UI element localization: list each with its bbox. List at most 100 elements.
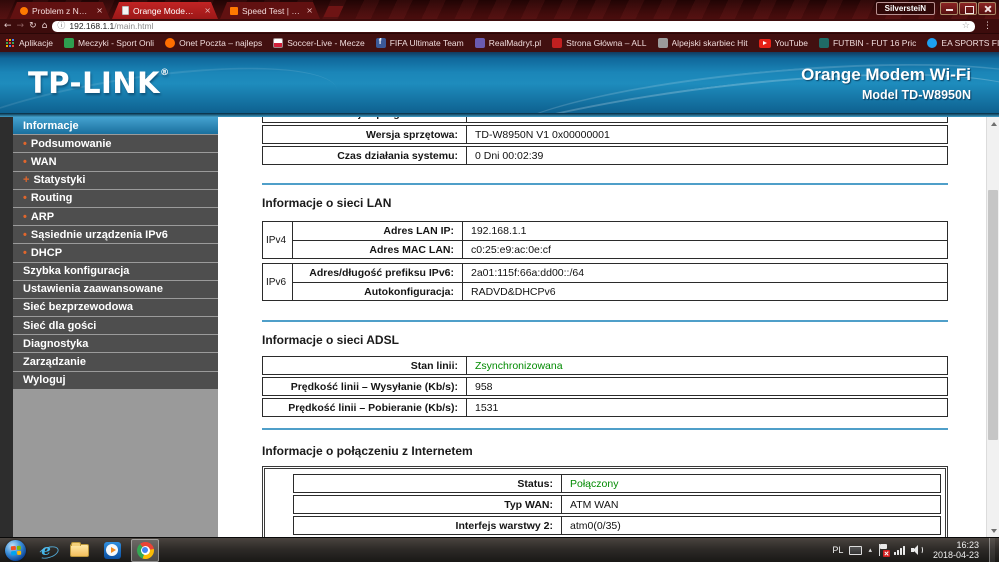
section-divider bbox=[262, 320, 948, 322]
sidebar-item-diagnostyka[interactable]: Diagnostyka bbox=[13, 335, 218, 353]
window-close-button[interactable] bbox=[978, 2, 996, 15]
browser-profile-button[interactable]: SilversteiN bbox=[876, 2, 935, 15]
sidebar-item-zarzadzanie[interactable]: Zarządzanie bbox=[13, 353, 218, 371]
at-icon bbox=[552, 38, 562, 48]
tplink-logo: TP-LINK® bbox=[28, 66, 170, 100]
sidebar-item-routing[interactable]: •Routing bbox=[13, 190, 218, 208]
back-icon[interactable]: ← bbox=[4, 20, 12, 32]
lan-section-heading: Informacje o sieci LAN bbox=[262, 196, 391, 210]
network-signal-icon[interactable] bbox=[894, 545, 905, 555]
row-value: 1.0.2 Build 150916 Rel.36150 bbox=[467, 117, 947, 122]
close-icon[interactable]: × bbox=[203, 6, 212, 15]
forward-icon[interactable]: → bbox=[17, 20, 25, 32]
scroll-down-button[interactable] bbox=[987, 524, 999, 537]
sidebar-item-podsumowanie[interactable]: •Podsumowanie bbox=[13, 135, 218, 153]
bookmark-item[interactable]: FUTBIN - FUT 16 Pric bbox=[819, 38, 916, 48]
volume-icon[interactable] bbox=[911, 545, 923, 555]
bookmark-item[interactable]: Strona Główna – ALL bbox=[552, 38, 646, 48]
window-controls bbox=[940, 2, 996, 15]
sidebar-item-label: Sieć bezprzewodowa bbox=[23, 301, 133, 313]
bookmark-item[interactable]: FIFA Ultimate Team bbox=[376, 38, 464, 48]
tab-problem-z-neostrada[interactable]: Problem z Neostradą 10 × bbox=[10, 2, 110, 19]
lan-ipv6-table: IPv6 Adres/długość prefiksu IPv6: 2a01:1… bbox=[262, 263, 948, 301]
tab-orange-modem-wifi[interactable]: Orange Modem Wi-Fi × bbox=[112, 2, 218, 19]
sidebar-item-arp[interactable]: •ARP bbox=[13, 208, 218, 226]
minimize-button[interactable] bbox=[940, 2, 958, 15]
home-icon[interactable]: ⌂ bbox=[42, 20, 48, 32]
tab-speed-test[interactable]: Speed Test | Przetestuj p × bbox=[220, 2, 320, 19]
restore-button[interactable] bbox=[959, 2, 977, 15]
row-value: 958 bbox=[467, 378, 947, 395]
bookmark-item[interactable]: YouTube bbox=[759, 38, 808, 48]
sidebar-item-siec-dla-gosci[interactable]: Sieć dla gości bbox=[13, 317, 218, 335]
row-value: atm0(0/35) bbox=[562, 517, 940, 534]
hidden-icons-chevron-icon[interactable]: ▴ bbox=[868, 546, 872, 554]
bookmark-item[interactable]: Soccer-Live - Mecze bbox=[273, 38, 364, 48]
reload-icon[interactable]: ↻ bbox=[29, 20, 37, 32]
logo-text: TP-LINK bbox=[28, 66, 160, 100]
internet-rows: Status: Połączony Typ WAN: ATM WAN Inter… bbox=[293, 474, 941, 537]
scrollbar-thumb[interactable] bbox=[988, 190, 998, 440]
bookmark-item[interactable]: Alpejski skarbiec Hit bbox=[658, 38, 748, 48]
sidebar-item-statystyki[interactable]: +Statystyki bbox=[13, 172, 218, 190]
bookmark-label: Aplikacje bbox=[19, 38, 53, 48]
url-path: /main.html bbox=[114, 21, 153, 31]
browser-menu-icon[interactable]: ⋮ bbox=[980, 20, 995, 32]
sidebar-item-siec-bezprzewodowa[interactable]: Sieć bezprzewodowa bbox=[13, 299, 218, 317]
section-divider bbox=[262, 428, 948, 430]
sidebar-item-szybka-konfiguracja[interactable]: Szybka konfiguracja bbox=[13, 263, 218, 281]
sidebar-item-ustawienia-zaawansowane[interactable]: Ustawienia zaawansowane bbox=[13, 281, 218, 299]
bookmark-label: Alpejski skarbiec Hit bbox=[672, 38, 748, 48]
tabs: Problem z Neostradą 10 × Orange Modem Wi… bbox=[10, 2, 341, 19]
table-row: Adres LAN IP: 192.168.1.1 bbox=[293, 222, 947, 240]
language-indicator[interactable]: PL bbox=[832, 545, 843, 555]
bookmark-item[interactable]: Onet Poczta – najleps bbox=[165, 38, 262, 48]
chrome-icon bbox=[137, 542, 154, 559]
row-label: Stan linii: bbox=[263, 357, 467, 374]
action-center-flag-icon[interactable] bbox=[878, 544, 888, 556]
sidebar-item-label: Ustawienia zaawansowane bbox=[23, 283, 163, 295]
show-desktop-button[interactable] bbox=[989, 538, 995, 562]
taskbar-clock[interactable]: 16:23 2018-04-23 bbox=[929, 540, 983, 560]
bookmark-apps[interactable]: Aplikacje bbox=[6, 38, 53, 48]
row-label: Czas działania systemu: bbox=[263, 147, 467, 164]
taskbar-ie-button[interactable]: e bbox=[33, 540, 59, 561]
row-label: Wersja sprzętowa: bbox=[263, 126, 467, 143]
section-divider bbox=[262, 183, 948, 185]
browser-toolbar: ← → ↻ ⌂ ⓘ 192.168.1.1/main.html ☆ ⋮ bbox=[0, 19, 999, 33]
row-value: RADVD&DHCPv6 bbox=[463, 283, 947, 300]
taskbar-media-player-button[interactable] bbox=[99, 540, 125, 561]
close-icon[interactable]: × bbox=[305, 6, 314, 15]
plus-expand-icon: + bbox=[23, 174, 29, 186]
sidebar-item-dhcp[interactable]: •DHCP bbox=[13, 244, 218, 262]
bookmark-label: Soccer-Live - Mecze bbox=[287, 38, 364, 48]
bookmark-item[interactable]: Meczyki - Sport Onli bbox=[64, 38, 154, 48]
windows-flag-icon bbox=[10, 545, 20, 555]
taskbar: e PL ▴ 16:23 2018-04-23 bbox=[0, 537, 999, 562]
scroll-up-button[interactable] bbox=[987, 117, 999, 130]
row-value: 2a01:115f:66a:dd00::/64 bbox=[463, 264, 947, 282]
info-icon[interactable]: ⓘ bbox=[57, 21, 65, 31]
sidebar-item-label: Sąsiednie urządzenia IPv6 bbox=[31, 229, 168, 241]
content-scrollbar[interactable] bbox=[986, 117, 999, 537]
bar bbox=[894, 552, 896, 555]
keyboard-icon[interactable] bbox=[849, 546, 862, 555]
bookmark-item[interactable]: EA SPORTS FIFA (@E bbox=[927, 38, 999, 48]
taskbar-chrome-button-active[interactable] bbox=[131, 539, 159, 562]
table-row: Czas działania systemu: 0 Dni 00:02:39 bbox=[262, 146, 948, 165]
sidebar-item-wyloguj[interactable]: Wyloguj bbox=[13, 372, 218, 390]
start-button[interactable] bbox=[5, 540, 26, 561]
bookmark-label: EA SPORTS FIFA (@E bbox=[941, 38, 999, 48]
bookmark-star-icon[interactable]: ☆ bbox=[962, 21, 970, 31]
sidebar-item-label: Szybka konfiguracja bbox=[23, 265, 129, 277]
address-bar[interactable]: ⓘ 192.168.1.1/main.html ☆ bbox=[52, 21, 975, 32]
sidebar-item-wan[interactable]: •WAN bbox=[13, 153, 218, 171]
bookmark-item[interactable]: RealMadryt.pl bbox=[475, 38, 541, 48]
table-row: Wersja oprogramowania: 1.0.2 Build 15091… bbox=[262, 117, 948, 123]
taskbar-explorer-button[interactable] bbox=[66, 540, 92, 561]
new-tab-button[interactable] bbox=[323, 6, 343, 17]
sidebar-item-informacje[interactable]: Informacje bbox=[13, 117, 218, 135]
sidebar-item-sasiednie-ipv6[interactable]: •Sąsiednie urządzenia IPv6 bbox=[13, 226, 218, 244]
table-row: Wersja sprzętowa: TD-W8950N V1 0x0000000… bbox=[262, 125, 948, 144]
close-icon[interactable]: × bbox=[95, 6, 104, 15]
